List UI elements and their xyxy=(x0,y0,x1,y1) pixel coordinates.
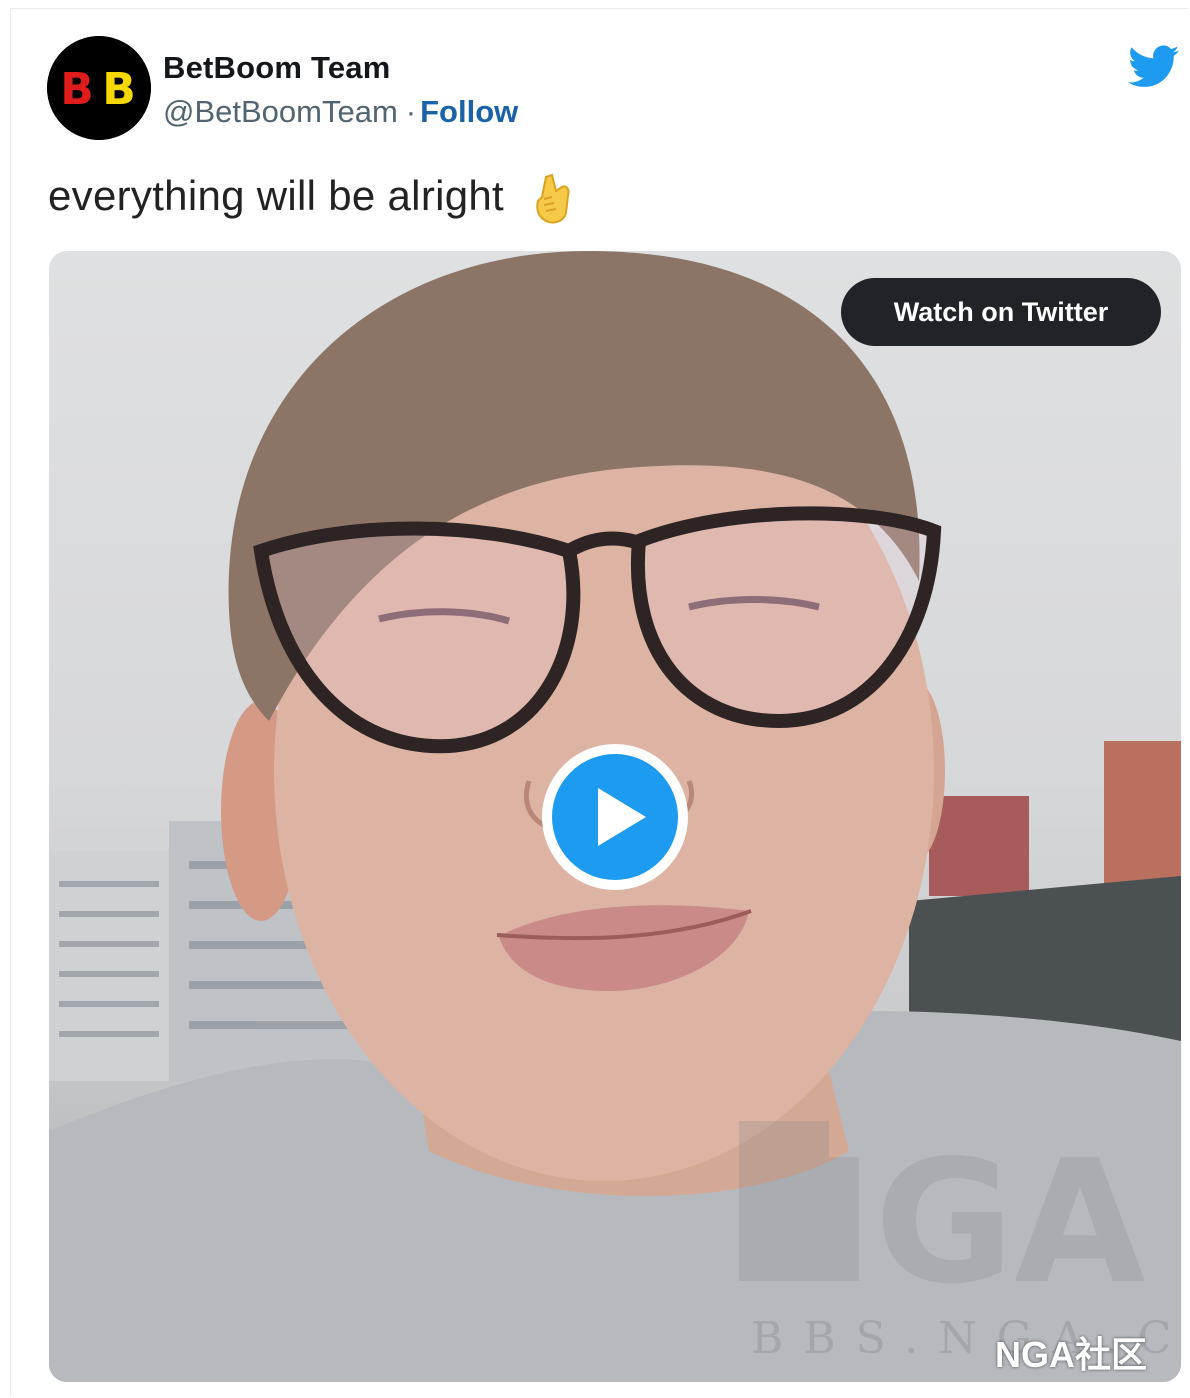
twitter-bird-icon[interactable] xyxy=(1128,44,1180,90)
user-handle[interactable]: @BetBoomTeam xyxy=(163,94,398,129)
display-name[interactable]: BetBoom Team xyxy=(163,50,390,86)
avatar[interactable]: B B xyxy=(47,36,151,140)
svg-text:B: B xyxy=(102,64,136,115)
handle-row: @BetBoomTeam · Follow xyxy=(163,94,518,130)
separator-dot: · xyxy=(405,94,417,129)
hand-with-index-finger-and-thumb-crossed-icon xyxy=(536,173,570,224)
tweet-text: everything will be alright xyxy=(48,172,574,225)
nga-source-label: NGA社区 xyxy=(995,1334,1147,1375)
svg-text:B: B xyxy=(60,64,94,115)
watch-on-twitter-button[interactable]: Watch on Twitter xyxy=(841,278,1161,346)
betboom-logo-icon: B B xyxy=(47,36,151,140)
nga-watermark-logo: NGA xyxy=(732,1121,1146,1322)
svg-text:NGA: NGA xyxy=(732,1124,1145,1322)
tweet-body: everything will be alright xyxy=(48,172,505,219)
play-button[interactable] xyxy=(542,744,688,890)
video-player[interactable]: NGA Watch on Twitter BBS.NGA.CN NGA社区 xyxy=(49,251,1181,1382)
play-icon xyxy=(598,788,646,846)
follow-button[interactable]: Follow xyxy=(420,94,518,129)
